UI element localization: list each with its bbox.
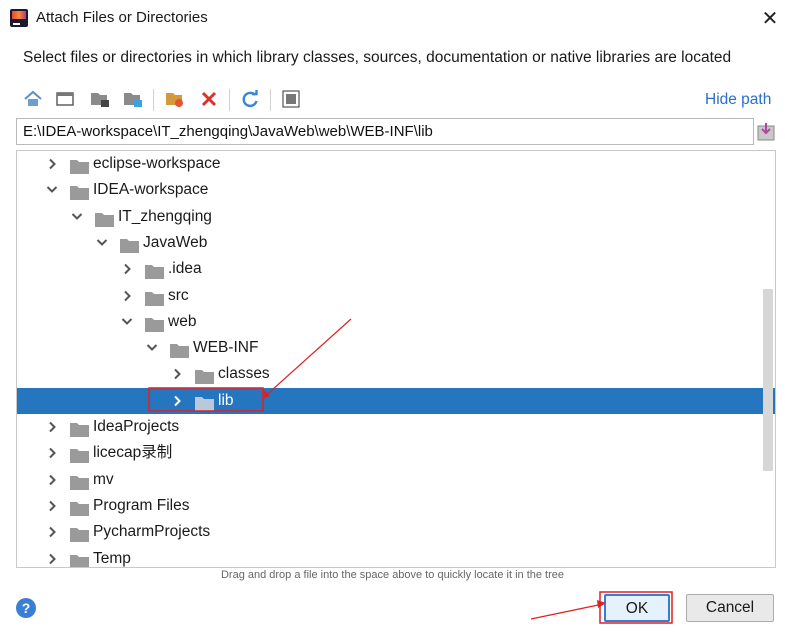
tree-row[interactable]: mv xyxy=(17,467,775,493)
chevron-down-icon[interactable] xyxy=(121,309,133,335)
tree-row[interactable]: classes xyxy=(17,361,775,387)
chevron-right-icon[interactable] xyxy=(171,388,183,414)
chevron-down-icon[interactable] xyxy=(96,230,108,256)
chevron-right-icon[interactable] xyxy=(46,546,58,568)
window-title: Attach Files or Directories xyxy=(36,9,208,26)
folder-icon xyxy=(70,157,89,174)
tree-row[interactable]: JavaWeb xyxy=(17,230,775,256)
tree-row-label: PycharmProjects xyxy=(93,523,211,541)
path-input[interactable]: E:\IDEA-workspace\IT_zhengqing\JavaWeb\w… xyxy=(16,118,754,145)
chevron-right-icon[interactable] xyxy=(171,361,183,387)
tree-row-label: WEB-INF xyxy=(193,339,259,357)
show-hidden-icon[interactable] xyxy=(280,88,302,110)
download-path-icon[interactable] xyxy=(757,121,775,141)
folder-icon xyxy=(120,236,139,253)
folder-icon xyxy=(70,183,89,201)
folder-icon xyxy=(70,473,89,490)
tree-row-label: classes xyxy=(218,365,270,383)
folder-icon xyxy=(95,210,114,227)
tree-row[interactable]: IdeaProjects xyxy=(17,414,775,440)
tree-row[interactable]: IDEA-workspace xyxy=(17,177,775,203)
module-folder-icon[interactable] xyxy=(122,88,144,110)
chevron-right-icon[interactable] xyxy=(46,414,58,440)
folder-icon xyxy=(195,367,214,385)
tree-row[interactable]: Temp xyxy=(17,546,775,568)
tree-row-label: IdeaProjects xyxy=(93,418,180,435)
chevron-right-icon[interactable] xyxy=(46,151,58,177)
help-button[interactable]: ? xyxy=(16,598,36,618)
intellij-logo-icon xyxy=(10,9,28,27)
close-button[interactable]: ✕ xyxy=(760,8,780,28)
tree-row[interactable]: src xyxy=(17,283,775,309)
tree-row-label: JavaWeb xyxy=(143,233,208,251)
chevron-down-icon[interactable] xyxy=(71,204,83,230)
tree-row[interactable]: WEB-INF xyxy=(17,335,775,361)
folder-icon xyxy=(170,341,189,359)
folder-icon xyxy=(145,315,164,332)
toolbar xyxy=(16,86,766,114)
chevron-down-icon[interactable] xyxy=(46,177,58,203)
tree-scrollbar[interactable] xyxy=(763,289,773,471)
tree-row-label: Program Files xyxy=(93,496,190,514)
dialog-description: Select files or directories in which lib… xyxy=(23,49,732,66)
tree-row[interactable]: .idea xyxy=(17,256,775,282)
tree-row-label: lib xyxy=(218,391,234,409)
chevron-right-icon[interactable] xyxy=(121,256,133,282)
folder-icon xyxy=(195,394,214,411)
file-tree[interactable]: eclipse-workspace IDEA-workspace IT_zhengq… xyxy=(16,150,776,568)
tree-row-label: mv xyxy=(93,470,114,488)
delete-icon[interactable] xyxy=(198,88,220,110)
tree-row-label: IT_zhengqing xyxy=(118,207,212,225)
folder-icon xyxy=(145,289,164,306)
tree-row-label: Temp xyxy=(93,549,131,567)
tree-row[interactable]: IT_zhengqing xyxy=(17,204,775,230)
chevron-right-icon[interactable] xyxy=(46,493,58,519)
folder-icon xyxy=(70,525,89,543)
project-folder-icon[interactable] xyxy=(89,88,111,110)
chevron-right-icon[interactable] xyxy=(46,519,58,545)
tree-row-label: eclipse-workspace xyxy=(93,155,221,172)
tree-row-label: IDEA-workspace xyxy=(93,181,209,199)
hide-path-link[interactable]: Hide path xyxy=(705,91,771,109)
chevron-right-icon[interactable] xyxy=(46,440,58,466)
title-bar: Attach Files or Directories ✕ xyxy=(0,0,785,38)
cancel-button[interactable]: Cancel xyxy=(686,594,774,622)
tree-row[interactable]: licecap录制 xyxy=(17,440,775,466)
chevron-right-icon[interactable] xyxy=(46,467,58,493)
tree-row[interactable]: Program Files xyxy=(17,493,775,519)
toolbar-separator xyxy=(270,89,271,111)
tree-row[interactable]: lib xyxy=(17,387,775,414)
folder-icon xyxy=(70,446,89,464)
desktop-icon[interactable] xyxy=(54,88,76,110)
tree-row-label: .idea xyxy=(168,260,202,278)
folder-icon xyxy=(70,552,89,567)
tree-row[interactable]: PycharmProjects xyxy=(17,519,775,545)
chevron-down-icon[interactable] xyxy=(146,335,158,361)
tree-row[interactable]: web xyxy=(17,309,775,335)
toolbar-separator xyxy=(153,89,154,111)
refresh-icon[interactable] xyxy=(239,88,261,110)
home-icon[interactable] xyxy=(22,88,44,110)
tree-row-label: licecap录制 xyxy=(93,444,173,462)
folder-icon xyxy=(145,262,164,280)
chevron-right-icon[interactable] xyxy=(121,283,133,309)
ok-button[interactable]: OK xyxy=(604,594,670,622)
new-folder-icon[interactable] xyxy=(164,88,186,110)
tree-row-label: src xyxy=(168,286,189,304)
folder-icon xyxy=(70,420,89,437)
toolbar-separator xyxy=(229,89,230,111)
tree-row[interactable]: eclipse-workspace xyxy=(17,151,775,177)
tree-row-label: web xyxy=(168,312,197,330)
drag-drop-hint: Drag and drop a file into the space abov… xyxy=(220,569,565,581)
ok-annotation-arrow xyxy=(530,603,604,620)
folder-icon xyxy=(70,499,89,516)
